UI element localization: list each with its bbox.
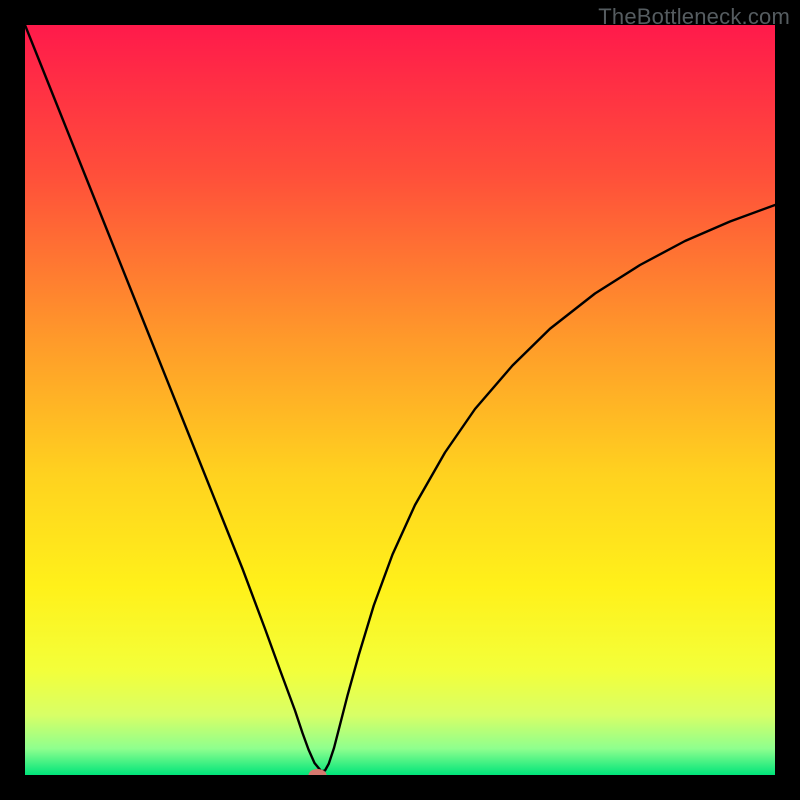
- gradient-background: [25, 25, 775, 775]
- bottleneck-chart: [25, 25, 775, 775]
- watermark-text: TheBottleneck.com: [598, 4, 790, 30]
- chart-frame: [25, 25, 775, 775]
